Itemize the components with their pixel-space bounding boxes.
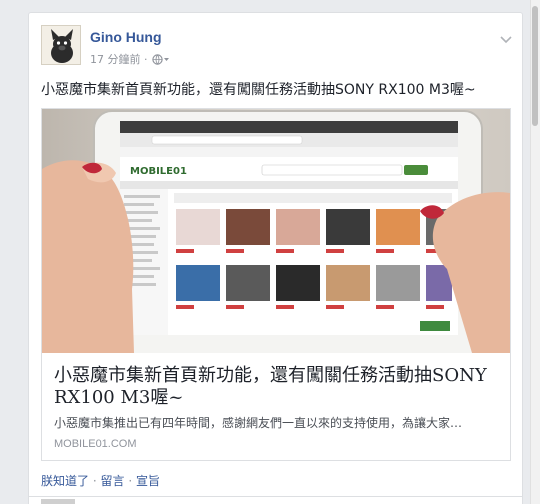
separator: · (92, 474, 97, 488)
author-avatar[interactable] (41, 25, 81, 65)
link-preview-image[interactable]: MOBILE01 (42, 109, 510, 353)
like-link[interactable]: 朕知道了 (41, 474, 89, 488)
feed-post: Gino Hung 17 分鐘前 · 小惡魔市集新首頁新功能，還有闖關任務活動抽… (28, 12, 523, 504)
next-post-avatar[interactable] (41, 499, 75, 504)
svg-text:MOBILE01: MOBILE01 (130, 166, 187, 177)
scrollbar-thumb[interactable] (532, 6, 538, 126)
link-domain: MOBILE01.COM (54, 438, 137, 450)
author-name[interactable]: Gino Hung (90, 29, 162, 45)
post-meta: 17 分鐘前 · (90, 51, 170, 67)
next-feed-post (28, 496, 523, 504)
link-description: 小惡魔市集推出已有四年時間，感謝網友們一直以來的支持使用，為讓大家… (54, 416, 463, 430)
post-timestamp[interactable]: 17 分鐘前 · (90, 51, 148, 67)
link-title[interactable]: 小惡魔市集新首頁新功能，還有闖關任務活動抽SONY RX100 M3喔~ (54, 365, 494, 409)
comment-link[interactable]: 留言 (101, 474, 125, 488)
post-text: 小惡魔市集新首頁新功能，還有闖關任務活動抽SONY RX100 M3喔~ (41, 82, 476, 98)
post-actions: 朕知道了 · 留言 · 宣旨 (41, 472, 160, 489)
globe-icon[interactable] (151, 53, 170, 65)
scrollbar[interactable] (530, 0, 540, 504)
chevron-down-icon[interactable] (500, 29, 512, 48)
separator: · (128, 474, 133, 488)
link-preview-card[interactable]: MOBILE01 小惡魔市集新首頁新功能，還有闖關任務活動抽SONY RX100… (41, 108, 511, 461)
share-link[interactable]: 宣旨 (136, 474, 160, 488)
